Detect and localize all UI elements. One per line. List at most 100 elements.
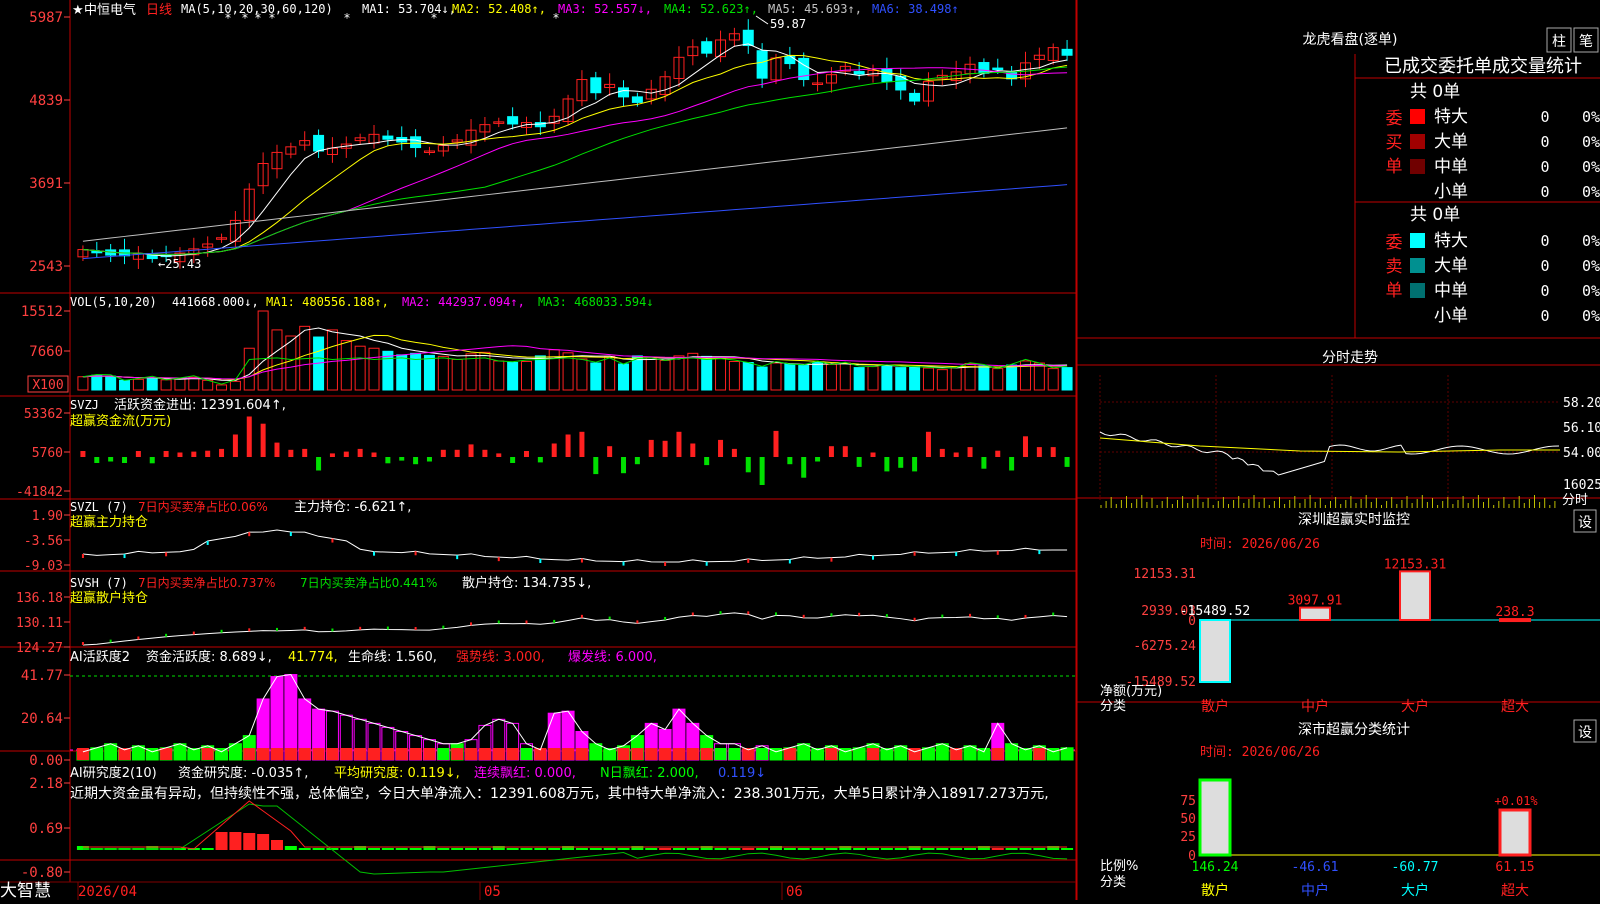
fund-flow-bar[interactable] <box>565 434 571 458</box>
fund-flow-bar[interactable] <box>454 449 460 457</box>
fund-flow-bar[interactable] <box>191 451 197 457</box>
fund-flow-bar[interactable] <box>149 457 155 464</box>
volume-bar[interactable] <box>493 360 505 391</box>
lhb-title[interactable]: 龙虎看盘(逐单) <box>1303 31 1398 48</box>
volume-bar[interactable] <box>146 377 158 391</box>
volume-bar[interactable] <box>91 374 103 391</box>
volume-bar[interactable] <box>673 355 685 391</box>
research-bar[interactable] <box>783 848 796 850</box>
svzl-chart[interactable]: SVZL (7) 7日内买卖净占比0.06% 主力持仓: -6.621↑, 超赢主力持… <box>24 499 1068 574</box>
volume-bar[interactable] <box>645 357 657 391</box>
volume-bar[interactable] <box>659 359 671 391</box>
fund-flow-bar[interactable] <box>967 447 973 457</box>
volume-bar[interactable] <box>867 366 879 391</box>
research-bar[interactable] <box>1061 848 1074 850</box>
fund-flow-bar[interactable] <box>468 444 474 457</box>
fund-flow-bar[interactable] <box>801 457 807 478</box>
research-bar[interactable] <box>672 848 685 850</box>
research-bar[interactable] <box>936 848 949 850</box>
volume-bar[interactable] <box>229 380 241 391</box>
candle-body[interactable] <box>410 136 422 149</box>
research-bar[interactable] <box>534 848 547 850</box>
candle-body[interactable] <box>978 62 990 74</box>
volume-bar[interactable] <box>701 355 713 391</box>
candle-body[interactable] <box>784 55 796 65</box>
fund-flow-bar[interactable] <box>510 457 516 463</box>
research-bar[interactable] <box>437 848 450 850</box>
volume-bar[interactable] <box>119 379 131 391</box>
research-bar[interactable] <box>867 848 880 850</box>
research-bar[interactable] <box>645 848 658 850</box>
volume-bar[interactable] <box>534 355 546 391</box>
volume-bar[interactable] <box>423 354 435 391</box>
fund-flow-bar[interactable] <box>357 448 363 457</box>
fund-flow-bar[interactable] <box>773 430 779 457</box>
fund-flow-bar[interactable] <box>274 442 280 457</box>
sz-monitor-settings-label[interactable]: 设 <box>1578 515 1592 531</box>
fund-flow-bar[interactable] <box>482 449 488 457</box>
fund-flow-bar[interactable] <box>676 431 682 457</box>
research-bar[interactable] <box>742 848 755 850</box>
research-bar[interactable] <box>880 848 893 850</box>
research-bar[interactable] <box>270 840 283 850</box>
candle-body[interactable] <box>91 250 103 254</box>
sz-class-settings-label[interactable]: 设 <box>1578 725 1592 741</box>
research-bar[interactable] <box>312 848 325 850</box>
research-bar[interactable] <box>797 848 810 850</box>
fund-flow-bar[interactable] <box>329 453 335 457</box>
research-bar[interactable] <box>395 848 408 850</box>
fund-flow-bar[interactable] <box>579 431 585 457</box>
fund-flow-bar[interactable] <box>815 457 821 462</box>
research-bar[interactable] <box>520 848 533 850</box>
research-bar[interactable] <box>1019 848 1032 850</box>
svzj-chart[interactable]: SVZJ 活跃资金进出: 12391.604↑,超赢资金流(万元) 53362 576… <box>16 397 1070 500</box>
volume-bar[interactable] <box>507 361 519 391</box>
fund-flow-bar[interactable] <box>925 431 931 457</box>
volume-bar[interactable] <box>382 350 394 391</box>
fund-flow-bar[interactable] <box>912 457 918 472</box>
candle-body[interactable] <box>742 29 754 47</box>
research-bar[interactable] <box>548 848 561 850</box>
volume-bar[interactable] <box>950 367 962 391</box>
research-bar[interactable] <box>950 848 963 850</box>
research-bar[interactable] <box>825 848 838 850</box>
fund-flow-bar[interactable] <box>1064 457 1070 467</box>
volume-bar[interactable] <box>784 363 796 391</box>
research-bar[interactable] <box>201 848 214 850</box>
fund-flow-bar[interactable] <box>634 457 640 465</box>
volume-bar[interactable] <box>853 367 865 391</box>
fund-flow-bar[interactable] <box>537 457 543 463</box>
research-bar[interactable] <box>659 848 672 850</box>
vol-unit-label[interactable]: X100 <box>32 378 63 393</box>
candle-body[interactable] <box>756 50 768 79</box>
fund-flow-bar[interactable] <box>94 457 100 463</box>
volume-bar[interactable] <box>160 379 172 391</box>
volume-bar[interactable] <box>978 365 990 391</box>
candle-body[interactable] <box>590 77 602 94</box>
research-bar[interactable] <box>617 848 630 850</box>
tick-mode-label[interactable]: 笔 <box>1579 34 1593 50</box>
fund-flow-bar[interactable] <box>260 423 266 457</box>
fund-flow-bar[interactable] <box>426 457 432 462</box>
research-bar[interactable] <box>298 848 311 850</box>
volume-bar[interactable] <box>326 329 338 391</box>
volume-bar[interactable] <box>174 378 186 391</box>
price-chart[interactable]: 5987 4839 3691 2543 59.87 ←25.43 * * * * * * * <box>29 10 1073 275</box>
fund-flow-bar[interactable] <box>787 457 793 465</box>
sz-monitor-bar[interactable] <box>1299 606 1331 621</box>
volume-bar[interactable] <box>1061 367 1073 391</box>
volume-bar[interactable] <box>105 375 117 391</box>
volume-bar[interactable] <box>604 355 616 391</box>
fund-flow-bar[interactable] <box>884 457 890 472</box>
volume-bar[interactable] <box>576 358 588 391</box>
volume-bar[interactable] <box>368 347 380 391</box>
volume-bar[interactable] <box>798 365 810 391</box>
research-bar[interactable] <box>381 848 394 850</box>
volume-bar[interactable] <box>520 360 532 391</box>
fund-flow-bar[interactable] <box>551 443 557 458</box>
fund-flow-bar[interactable] <box>648 439 654 457</box>
fund-flow-bar[interactable] <box>399 457 405 461</box>
volume-bar[interactable] <box>1033 362 1045 391</box>
fund-flow-bar[interactable] <box>371 452 377 458</box>
stock-name[interactable]: 中恒电气 <box>84 2 136 18</box>
